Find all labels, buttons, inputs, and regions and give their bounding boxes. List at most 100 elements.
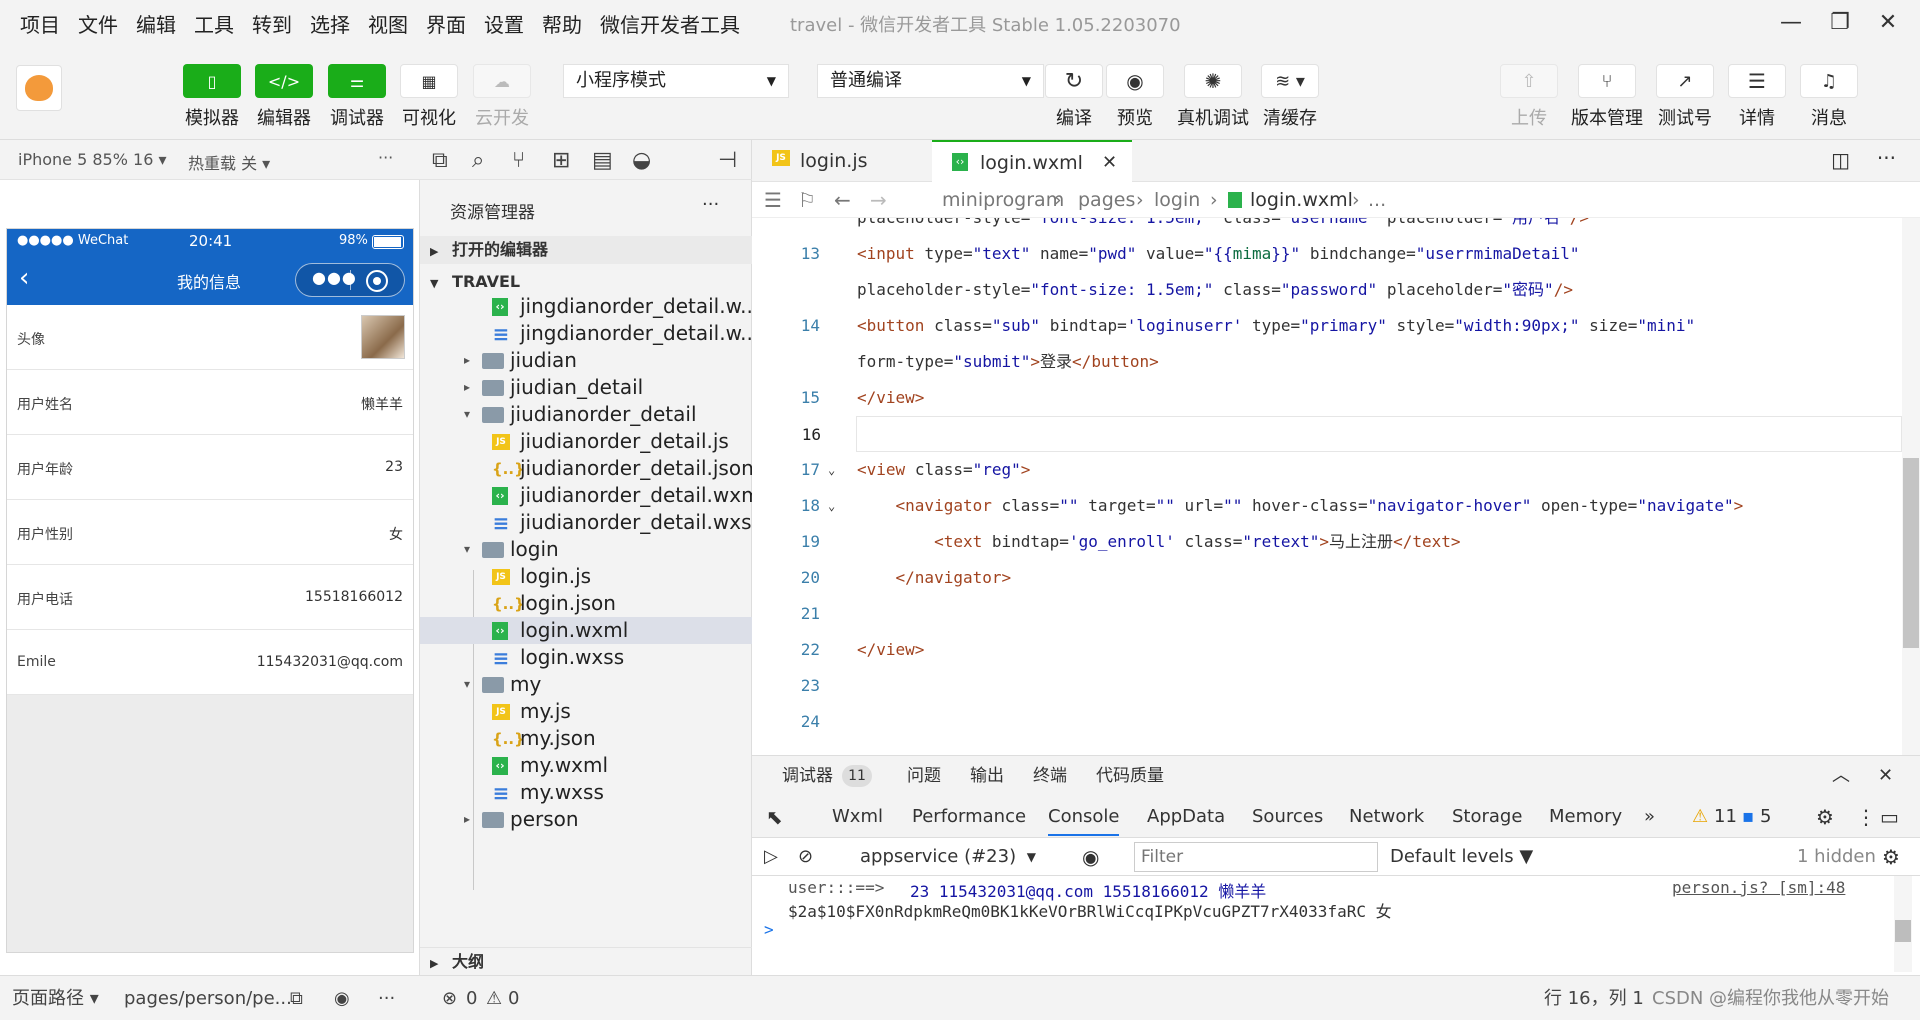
list-icon[interactable]: ☰ bbox=[764, 182, 782, 218]
menu-item[interactable]: 工具 bbox=[194, 9, 234, 38]
code-line[interactable]: 15 </view> bbox=[752, 380, 1902, 416]
messages-button[interactable]: ♫ bbox=[1800, 64, 1858, 98]
page-path-select[interactable]: 页面路径 ▾ bbox=[12, 976, 99, 1021]
code-area[interactable]: placeholder-style="font-size: 1.5em;" cl… bbox=[752, 218, 1902, 755]
extensions-icon[interactable]: ⊞ bbox=[552, 148, 570, 173]
close-panel-icon[interactable]: ✕ bbox=[1878, 756, 1893, 796]
menu-item[interactable]: 编辑 bbox=[136, 9, 176, 38]
menu-item[interactable]: 界面 bbox=[426, 9, 466, 38]
code-line[interactable]: 17 ⌄ <view class="reg"> bbox=[752, 452, 1902, 488]
explorer-more-icon[interactable]: ··· bbox=[702, 194, 719, 215]
clear-console-icon[interactable]: ⊘ bbox=[798, 838, 813, 876]
tree-item[interactable]: ▸ jiudian_detail bbox=[420, 374, 752, 401]
code-line[interactable]: placeholder-style="font-size: 1.5em;" cl… bbox=[752, 272, 1902, 308]
menu-item[interactable]: 设置 bbox=[484, 9, 524, 38]
tree-item[interactable]: {..} jiudianorder_detail.json bbox=[420, 455, 752, 482]
info-row[interactable]: 用户性别 女 bbox=[7, 500, 413, 565]
tree-item[interactable]: ▾ jiudianorder_detail bbox=[420, 401, 752, 428]
tree-item[interactable]: ‹› my.wxml bbox=[420, 752, 752, 779]
editor-more-icon[interactable]: ··· bbox=[1877, 146, 1896, 170]
simulator-button[interactable]: ▯ bbox=[183, 64, 241, 98]
tree-item[interactable]: ‹› login.wxml bbox=[420, 617, 752, 644]
outline-section[interactable]: ▶ 大纲 bbox=[420, 947, 752, 975]
tree-item[interactable]: JS my.js bbox=[420, 698, 752, 725]
more-icon[interactable]: ··· bbox=[378, 976, 395, 1021]
code-line[interactable]: 24 bbox=[752, 704, 1902, 740]
details-button[interactable]: ☰ bbox=[1728, 64, 1786, 98]
info-row[interactable]: 用户年龄 23 bbox=[7, 435, 413, 500]
tab-login-wxml[interactable]: ‹› login.wxml ✕ bbox=[932, 140, 1132, 182]
docker-icon[interactable]: ◒ bbox=[632, 148, 651, 173]
code-line[interactable]: 22 </view> bbox=[752, 632, 1902, 668]
chevron-up-icon[interactable]: ︿ bbox=[1832, 756, 1850, 796]
compile-button[interactable]: ↻ bbox=[1045, 64, 1103, 98]
code-line[interactable]: 20 </navigator> bbox=[752, 560, 1902, 596]
compile-select[interactable]: 普通编译 ▼ bbox=[817, 64, 1044, 98]
message-count[interactable]: 5 bbox=[1760, 796, 1771, 838]
bookmark-icon[interactable]: ⚐ bbox=[798, 182, 816, 218]
code-line[interactable]: 14 <button class="sub" bindtap='loginuser… bbox=[752, 308, 1902, 344]
tree-item[interactable]: ≡ jingdianorder_detail.w... bbox=[420, 320, 752, 347]
maximize-icon[interactable]: ❐ bbox=[1820, 8, 1860, 38]
chevron-down-icon[interactable]: ▾ bbox=[464, 401, 470, 428]
tree-item[interactable]: ≡ jiudianorder_detail.wxss bbox=[420, 509, 752, 536]
cloud-button[interactable]: ☁ bbox=[473, 64, 531, 98]
chevron-right-icon[interactable]: ▸ bbox=[464, 374, 470, 401]
dock-icon[interactable]: ▭ bbox=[1880, 796, 1899, 838]
warning-count[interactable]: 11 bbox=[1714, 796, 1737, 838]
filter-input[interactable] bbox=[1134, 842, 1378, 872]
debugger-button[interactable]: ⚌ bbox=[328, 64, 386, 98]
info-row[interactable]: 头像 bbox=[7, 305, 413, 370]
editor-scrollbar[interactable] bbox=[1902, 218, 1920, 755]
more-icon[interactable]: ··· bbox=[378, 148, 393, 167]
tab-login-js[interactable]: JS login.js bbox=[752, 140, 932, 182]
tab-memory[interactable]: Memory bbox=[1549, 796, 1622, 838]
search-icon[interactable]: ⌕ bbox=[472, 148, 484, 173]
clear-cache-button[interactable]: ≋ ▾ bbox=[1261, 64, 1319, 98]
tree-item[interactable]: ‹› jiudianorder_detail.wxml bbox=[420, 482, 752, 509]
tree-item[interactable]: JS jiudianorder_detail.js bbox=[420, 428, 752, 455]
debugger-tab[interactable]: 调试器 bbox=[782, 756, 833, 796]
error-count[interactable]: 0 bbox=[466, 976, 477, 1021]
preview-button[interactable]: ◉ bbox=[1106, 64, 1164, 98]
page-path-value[interactable]: pages/person/pe... bbox=[124, 976, 292, 1021]
tree-item[interactable]: ≡ login.wxss bbox=[420, 644, 752, 671]
context-select[interactable]: appservice (#23) ▼ bbox=[860, 838, 1036, 876]
copy-icon[interactable]: ⧉ bbox=[290, 976, 303, 1021]
back-icon[interactable]: ‹ bbox=[19, 263, 29, 293]
forward-arrow-icon[interactable]: → bbox=[870, 182, 887, 218]
menu-item[interactable]: 帮助 bbox=[542, 9, 582, 38]
device-select[interactable]: iPhone 5 85% 16 ▾ bbox=[18, 150, 167, 169]
open-editors-section[interactable]: ▶ 打开的编辑器 bbox=[420, 236, 752, 264]
tree-item[interactable]: ▾ login bbox=[420, 536, 752, 563]
minimize-icon[interactable]: — bbox=[1771, 8, 1811, 38]
settings-icon[interactable]: ⚙ bbox=[1882, 838, 1900, 876]
scrollbar-thumb[interactable] bbox=[1895, 920, 1911, 942]
kebab-icon[interactable]: ⋮ bbox=[1856, 796, 1876, 838]
terminal-tab[interactable]: 终端 bbox=[1033, 756, 1067, 796]
code-line[interactable]: placeholder-style="font-size: 1.5em;" cl… bbox=[752, 218, 1902, 236]
eye-icon[interactable]: ◉ bbox=[334, 976, 350, 1021]
info-row[interactable]: 用户姓名 懒羊羊 bbox=[7, 370, 413, 435]
editor-button[interactable]: </> bbox=[255, 64, 313, 98]
code-line[interactable]: 19 <text bindtap='go_enroll' class="rete… bbox=[752, 524, 1902, 560]
avatar[interactable] bbox=[16, 65, 62, 111]
fold-chevron-icon[interactable]: ⌄ bbox=[828, 488, 835, 524]
tree-item[interactable]: ▾ my bbox=[420, 671, 752, 698]
close-icon[interactable]: ✕ bbox=[1868, 8, 1908, 38]
chevron-down-icon[interactable]: ▾ bbox=[464, 536, 470, 563]
test-account-button[interactable]: ↗ bbox=[1656, 64, 1714, 98]
code-line[interactable]: 21 bbox=[752, 596, 1902, 632]
close-target-icon[interactable] bbox=[366, 270, 388, 292]
levels-select[interactable]: Default levels ▼ bbox=[1390, 838, 1533, 876]
more-tabs-icon[interactable]: » bbox=[1644, 796, 1655, 838]
fold-chevron-icon[interactable]: ⌄ bbox=[828, 452, 835, 488]
panel-icon[interactable]: ▤ bbox=[592, 148, 613, 173]
cursor-position[interactable]: 行 16，列 1 bbox=[1544, 976, 1644, 1021]
tree-item[interactable]: ▸ jiudian bbox=[420, 347, 752, 374]
source-control-icon[interactable]: ⑂ bbox=[512, 148, 525, 173]
avatar[interactable] bbox=[361, 315, 405, 359]
back-arrow-icon[interactable]: ← bbox=[834, 182, 851, 218]
split-editor-icon[interactable]: ◫ bbox=[1831, 148, 1850, 172]
console-scrollbar[interactable] bbox=[1894, 876, 1912, 972]
